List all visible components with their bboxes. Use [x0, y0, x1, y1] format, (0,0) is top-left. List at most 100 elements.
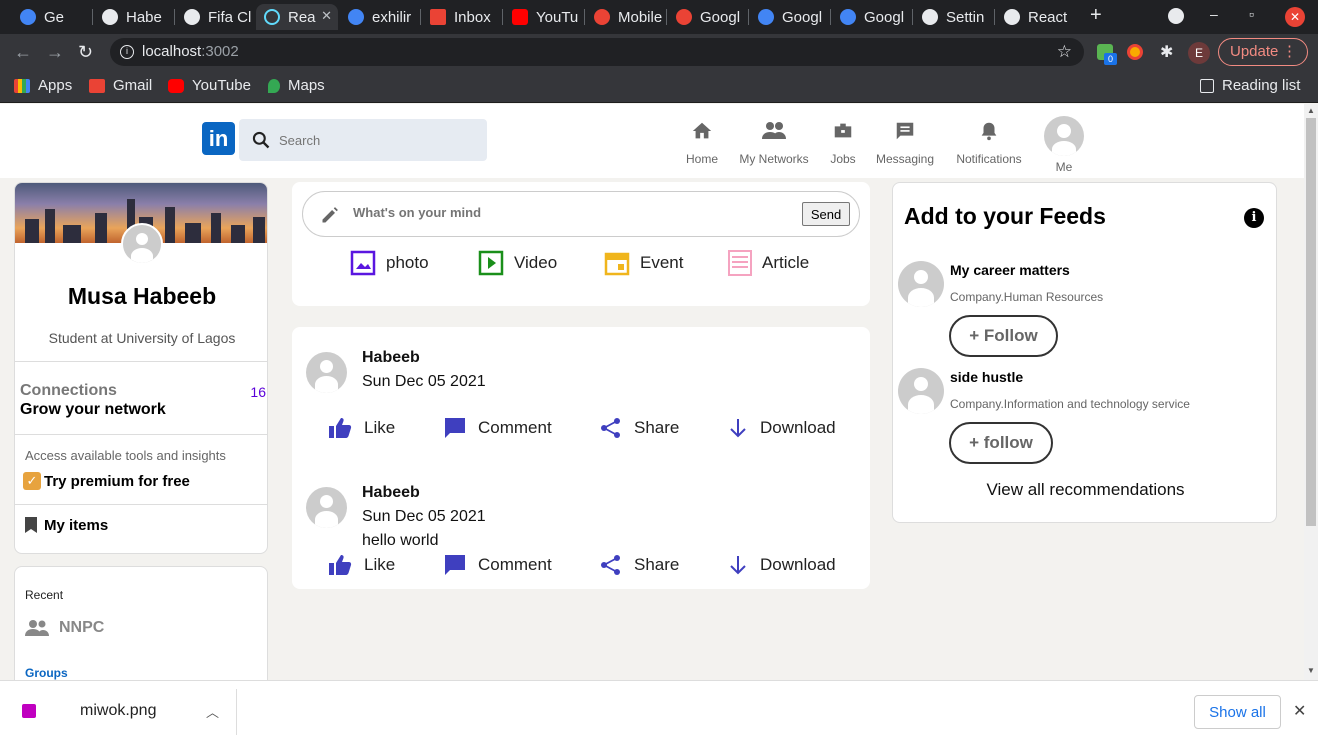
feed-name[interactable]: My career matters — [950, 262, 1070, 278]
close-download-bar-icon[interactable]: ✕ — [1293, 701, 1306, 721]
browser-tab[interactable]: Ge — [12, 4, 88, 30]
browser-tab[interactable]: Googl — [832, 4, 910, 30]
message-icon — [896, 122, 914, 140]
post-text: hello world — [362, 532, 439, 549]
nav-notifications[interactable]: Notifications — [952, 120, 1026, 166]
download-button[interactable]: Download — [728, 554, 836, 576]
extension-icon[interactable] — [1127, 44, 1143, 60]
feeds-title: Add to your Feeds — [904, 203, 1106, 229]
premium-link[interactable]: ✓ Try premium for free — [23, 472, 190, 490]
article-icon — [728, 250, 752, 276]
nav-me[interactable]: Me — [1043, 116, 1085, 174]
reading-list[interactable]: Reading list — [1200, 77, 1300, 94]
like-button[interactable]: Like — [328, 417, 395, 439]
address-bar[interactable]: i localhost:3002 ☆ — [110, 38, 1084, 66]
profile-headline: Student at University of Lagos — [48, 330, 236, 346]
comment-button[interactable]: Comment — [444, 554, 552, 576]
forward-arrow-icon[interactable]: → — [46, 42, 64, 63]
nav-my-networks[interactable]: My Networks — [736, 120, 812, 166]
bookmarks-bar: Apps Gmail YouTube Maps Reading list — [0, 70, 1318, 103]
maximize-icon[interactable]: ▫ — [1249, 6, 1254, 22]
profile-avatar[interactable] — [121, 223, 163, 265]
browser-tab[interactable]: Fifa Cl — [176, 4, 254, 30]
like-button[interactable]: Like — [328, 554, 395, 576]
recent-item-nnpc[interactable]: NNPC — [25, 619, 104, 637]
post-author-avatar[interactable] — [306, 352, 347, 393]
connections-link[interactable]: Connections 16 Grow your network — [20, 382, 266, 422]
close-tab-icon[interactable]: ✕ — [321, 8, 332, 24]
browser-tab[interactable]: React — [996, 4, 1074, 30]
browser-tab[interactable]: Googl — [668, 4, 746, 30]
chevron-up-icon[interactable]: ︿ — [206, 702, 219, 721]
page-scrollbar[interactable]: ▲ ▼ — [1304, 104, 1318, 680]
back-arrow-icon[interactable]: ← — [14, 42, 32, 63]
info-icon[interactable]: i — [120, 45, 134, 59]
my-items-link[interactable]: My items — [23, 516, 108, 534]
nav-jobs[interactable]: Jobs — [826, 120, 860, 166]
linkedin-logo[interactable]: in — [202, 122, 235, 155]
browser-tab[interactable]: Inbox — [422, 4, 500, 30]
bookmark-gmail[interactable]: Gmail — [89, 77, 152, 94]
send-button[interactable]: Send — [802, 202, 850, 226]
tab-favicon-icon — [102, 9, 118, 25]
scroll-down-arrow-icon[interactable]: ▼ — [1307, 666, 1315, 675]
feed-avatar[interactable] — [898, 261, 944, 307]
download-item[interactable]: miwok.png ︿ — [18, 699, 228, 725]
scroll-up-arrow-icon[interactable]: ▲ — [1307, 106, 1315, 115]
update-button[interactable]: Update ⋮ — [1218, 38, 1308, 66]
browser-tab[interactable]: Habe — [94, 4, 172, 30]
feed-avatar[interactable] — [898, 368, 944, 414]
browser-tab[interactable]: Mobile — [586, 4, 664, 30]
post-input[interactable] — [353, 205, 753, 220]
download-button[interactable]: Download — [728, 417, 836, 439]
browser-tab[interactable]: Googl — [750, 4, 828, 30]
arrow-down-icon — [730, 556, 746, 575]
post-author-avatar[interactable] — [306, 487, 347, 528]
tab-favicon-icon — [512, 9, 528, 25]
comment-button[interactable]: Comment — [444, 417, 552, 439]
profile-avatar[interactable]: E — [1188, 42, 1210, 64]
view-all-recommendations-link[interactable]: View all recommendations — [893, 480, 1278, 500]
feed-name[interactable]: side hustle — [950, 369, 1023, 385]
show-all-button[interactable]: Show all — [1194, 695, 1281, 729]
share-event[interactable]: Event — [604, 250, 683, 276]
post-author[interactable]: Habeeb — [362, 349, 420, 367]
nav-home[interactable]: Home — [684, 120, 720, 166]
tab-search-icon[interactable] — [1168, 8, 1184, 24]
thumbs-up-icon — [329, 555, 352, 575]
access-tools-text: Access available tools and insights — [25, 448, 226, 463]
bookmark-maps[interactable]: Maps — [268, 77, 325, 94]
bookmark-youtube[interactable]: YouTube — [168, 77, 251, 94]
share-photo[interactable]: photo — [350, 250, 429, 276]
browser-tab[interactable]: exhilir — [340, 4, 418, 30]
groups-link[interactable]: Groups — [25, 666, 68, 680]
reload-icon[interactable]: ↻ — [78, 42, 93, 63]
profile-name[interactable]: Musa Habeeb — [15, 283, 267, 310]
follow-button[interactable]: + Follow — [949, 315, 1058, 357]
share-article[interactable]: Article — [728, 250, 809, 276]
minimize-icon[interactable]: – — [1210, 6, 1218, 22]
tab-favicon-icon — [20, 9, 36, 25]
share-button[interactable]: Share — [600, 417, 679, 439]
scrollbar-thumb[interactable] — [1306, 118, 1316, 526]
search-bar[interactable] — [239, 119, 487, 161]
gmail-icon — [89, 78, 105, 93]
share-video[interactable]: Video — [478, 250, 557, 276]
share-icon — [601, 418, 620, 438]
tab-favicon-icon — [758, 9, 774, 25]
post-author[interactable]: Habeeb — [362, 484, 420, 502]
browser-tab[interactable]: YouTu — [504, 4, 582, 30]
nav-messaging[interactable]: Messaging — [874, 120, 936, 166]
browser-tab-active[interactable]: Rea ✕ — [256, 4, 338, 30]
browser-tab[interactable]: Settin — [914, 4, 992, 30]
window-close-icon[interactable]: ✕ — [1285, 7, 1305, 27]
new-tab-icon[interactable]: + — [1090, 4, 1102, 27]
info-icon[interactable]: i — [1244, 208, 1264, 228]
puzzle-extensions-icon[interactable]: ✱ — [1160, 42, 1173, 62]
follow-button[interactable]: + follow — [949, 422, 1053, 464]
bookmark-star-icon[interactable]: ☆ — [1057, 38, 1072, 66]
share-button[interactable]: Share — [600, 554, 679, 576]
search-input[interactable] — [279, 132, 459, 148]
bookmark-apps[interactable]: Apps — [14, 77, 72, 94]
post-input-box[interactable]: Send — [302, 191, 860, 237]
